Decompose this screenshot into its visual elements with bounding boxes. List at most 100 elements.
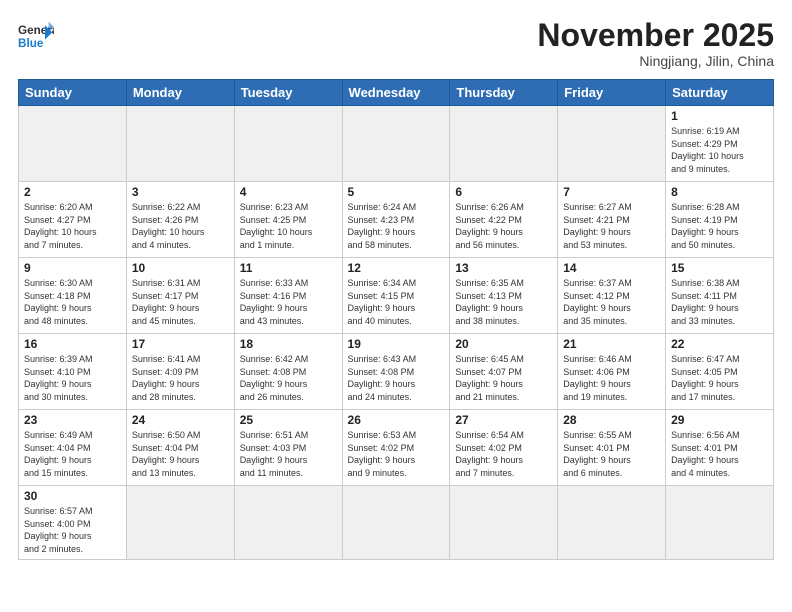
day-info: Sunrise: 6:31 AMSunset: 4:17 PMDaylight:…: [132, 277, 229, 327]
weekday-monday: Monday: [126, 80, 234, 106]
day-number: 20: [455, 337, 552, 351]
calendar-cell: 6 Sunrise: 6:26 AMSunset: 4:22 PMDaylight…: [450, 182, 558, 258]
week-row-1: 1 Sunrise: 6:19 AMSunset: 4:29 PMDaylight…: [19, 106, 774, 182]
calendar-cell: 19 Sunrise: 6:43 AMSunset: 4:08 PMDayligh…: [342, 334, 450, 410]
day-info: Sunrise: 6:53 AMSunset: 4:02 PMDaylight:…: [348, 429, 445, 479]
page: General Blue November 2025 Ningjiang, Ji…: [0, 0, 792, 612]
calendar-cell: [234, 106, 342, 182]
calendar-cell: 26 Sunrise: 6:53 AMSunset: 4:02 PMDayligh…: [342, 410, 450, 486]
calendar-cell: [234, 486, 342, 559]
calendar-cell: 24 Sunrise: 6:50 AMSunset: 4:04 PMDayligh…: [126, 410, 234, 486]
calendar-cell: 25 Sunrise: 6:51 AMSunset: 4:03 PMDayligh…: [234, 410, 342, 486]
day-number: 22: [671, 337, 768, 351]
day-info: Sunrise: 6:55 AMSunset: 4:01 PMDaylight:…: [563, 429, 660, 479]
day-info: Sunrise: 6:24 AMSunset: 4:23 PMDaylight:…: [348, 201, 445, 251]
location: Ningjiang, Jilin, China: [537, 53, 774, 69]
day-number: 4: [240, 185, 337, 199]
day-number: 16: [24, 337, 121, 351]
day-info: Sunrise: 6:56 AMSunset: 4:01 PMDaylight:…: [671, 429, 768, 479]
day-number: 29: [671, 413, 768, 427]
day-info: Sunrise: 6:50 AMSunset: 4:04 PMDaylight:…: [132, 429, 229, 479]
calendar-cell: 7 Sunrise: 6:27 AMSunset: 4:21 PMDaylight…: [558, 182, 666, 258]
day-number: 19: [348, 337, 445, 351]
day-number: 23: [24, 413, 121, 427]
weekday-friday: Friday: [558, 80, 666, 106]
calendar-cell: [450, 486, 558, 559]
day-number: 27: [455, 413, 552, 427]
calendar: SundayMondayTuesdayWednesdayThursdayFrid…: [18, 79, 774, 559]
weekday-tuesday: Tuesday: [234, 80, 342, 106]
day-number: 26: [348, 413, 445, 427]
day-info: Sunrise: 6:19 AMSunset: 4:29 PMDaylight:…: [671, 125, 768, 175]
day-number: 5: [348, 185, 445, 199]
day-info: Sunrise: 6:39 AMSunset: 4:10 PMDaylight:…: [24, 353, 121, 403]
week-row-3: 9Sunrise: 6:30 AMSunset: 4:18 PMDaylight…: [19, 258, 774, 334]
day-info: Sunrise: 6:20 AMSunset: 4:27 PMDaylight:…: [24, 201, 121, 251]
day-info: Sunrise: 6:23 AMSunset: 4:25 PMDaylight:…: [240, 201, 337, 251]
calendar-cell: 12 Sunrise: 6:34 AMSunset: 4:15 PMDayligh…: [342, 258, 450, 334]
calendar-cell: [666, 486, 774, 559]
weekday-wednesday: Wednesday: [342, 80, 450, 106]
day-info: Sunrise: 6:46 AMSunset: 4:06 PMDaylight:…: [563, 353, 660, 403]
week-row-2: 2 Sunrise: 6:20 AMSunset: 4:27 PMDaylight…: [19, 182, 774, 258]
day-info: Sunrise: 6:51 AMSunset: 4:03 PMDaylight:…: [240, 429, 337, 479]
calendar-cell: 23 Sunrise: 6:49 AMSunset: 4:04 PMDayligh…: [19, 410, 127, 486]
calendar-cell: 22 Sunrise: 6:47 AMSunset: 4:05 PMDayligh…: [666, 334, 774, 410]
weekday-saturday: Saturday: [666, 80, 774, 106]
day-info: Sunrise: 6:57 AMSunset: 4:00 PMDaylight:…: [24, 505, 121, 555]
day-number: 7: [563, 185, 660, 199]
day-number: 1: [671, 109, 768, 123]
day-number: 6: [455, 185, 552, 199]
calendar-cell: 11Sunrise: 6:33 AMSunset: 4:16 PMDayligh…: [234, 258, 342, 334]
calendar-cell: [19, 106, 127, 182]
day-info: Sunrise: 6:30 AMSunset: 4:18 PMDaylight:…: [24, 277, 121, 327]
calendar-cell: [126, 106, 234, 182]
day-number: 2: [24, 185, 121, 199]
weekday-sunday: Sunday: [19, 80, 127, 106]
day-number: 30: [24, 489, 121, 503]
week-row-5: 23 Sunrise: 6:49 AMSunset: 4:04 PMDayligh…: [19, 410, 774, 486]
calendar-cell: 13 Sunrise: 6:35 AMSunset: 4:13 PMDayligh…: [450, 258, 558, 334]
day-info: Sunrise: 6:27 AMSunset: 4:21 PMDaylight:…: [563, 201, 660, 251]
day-info: Sunrise: 6:49 AMSunset: 4:04 PMDaylight:…: [24, 429, 121, 479]
day-number: 11: [240, 261, 337, 275]
day-info: Sunrise: 6:34 AMSunset: 4:15 PMDaylight:…: [348, 277, 445, 327]
day-info: Sunrise: 6:26 AMSunset: 4:22 PMDaylight:…: [455, 201, 552, 251]
calendar-cell: 30 Sunrise: 6:57 AMSunset: 4:00 PMDayligh…: [19, 486, 127, 559]
weekday-thursday: Thursday: [450, 80, 558, 106]
day-info: Sunrise: 6:28 AMSunset: 4:19 PMDaylight:…: [671, 201, 768, 251]
calendar-cell: 28Sunrise: 6:55 AMSunset: 4:01 PMDayligh…: [558, 410, 666, 486]
calendar-cell: 9Sunrise: 6:30 AMSunset: 4:18 PMDaylight…: [19, 258, 127, 334]
calendar-cell: 2 Sunrise: 6:20 AMSunset: 4:27 PMDaylight…: [19, 182, 127, 258]
calendar-cell: [450, 106, 558, 182]
calendar-cell: 8Sunrise: 6:28 AMSunset: 4:19 PMDaylight…: [666, 182, 774, 258]
calendar-cell: [558, 106, 666, 182]
day-info: Sunrise: 6:37 AMSunset: 4:12 PMDaylight:…: [563, 277, 660, 327]
calendar-cell: 16 Sunrise: 6:39 AMSunset: 4:10 PMDayligh…: [19, 334, 127, 410]
calendar-cell: [342, 106, 450, 182]
day-info: Sunrise: 6:47 AMSunset: 4:05 PMDaylight:…: [671, 353, 768, 403]
day-info: Sunrise: 6:35 AMSunset: 4:13 PMDaylight:…: [455, 277, 552, 327]
day-number: 21: [563, 337, 660, 351]
logo: General Blue: [18, 18, 54, 54]
day-number: 13: [455, 261, 552, 275]
day-info: Sunrise: 6:22 AMSunset: 4:26 PMDaylight:…: [132, 201, 229, 251]
calendar-cell: 10Sunrise: 6:31 AMSunset: 4:17 PMDayligh…: [126, 258, 234, 334]
day-number: 18: [240, 337, 337, 351]
day-info: Sunrise: 6:43 AMSunset: 4:08 PMDaylight:…: [348, 353, 445, 403]
week-row-4: 16 Sunrise: 6:39 AMSunset: 4:10 PMDayligh…: [19, 334, 774, 410]
calendar-cell: 1 Sunrise: 6:19 AMSunset: 4:29 PMDaylight…: [666, 106, 774, 182]
calendar-cell: 5 Sunrise: 6:24 AMSunset: 4:23 PMDaylight…: [342, 182, 450, 258]
calendar-cell: 14Sunrise: 6:37 AMSunset: 4:12 PMDayligh…: [558, 258, 666, 334]
day-number: 17: [132, 337, 229, 351]
calendar-cell: 15 Sunrise: 6:38 AMSunset: 4:11 PMDayligh…: [666, 258, 774, 334]
calendar-cell: 3Sunrise: 6:22 AMSunset: 4:26 PMDaylight…: [126, 182, 234, 258]
day-number: 24: [132, 413, 229, 427]
calendar-cell: 4 Sunrise: 6:23 AMSunset: 4:25 PMDaylight…: [234, 182, 342, 258]
week-row-6: 30 Sunrise: 6:57 AMSunset: 4:00 PMDayligh…: [19, 486, 774, 559]
day-info: Sunrise: 6:38 AMSunset: 4:11 PMDaylight:…: [671, 277, 768, 327]
day-number: 15: [671, 261, 768, 275]
day-number: 25: [240, 413, 337, 427]
day-number: 12: [348, 261, 445, 275]
day-info: Sunrise: 6:42 AMSunset: 4:08 PMDaylight:…: [240, 353, 337, 403]
